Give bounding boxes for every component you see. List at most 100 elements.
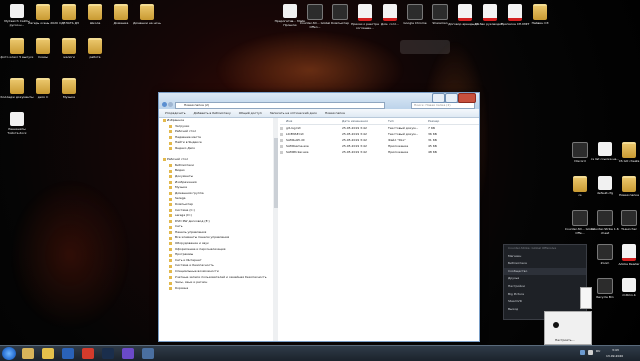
desktop-icon[interactable]: Пайвин СЭ	[523, 4, 557, 26]
steam-menu-item[interactable]: Магазин	[504, 253, 586, 261]
address-bar[interactable]: Новая папка (2)	[175, 102, 385, 109]
clock-time[interactable]: 3:43	[612, 348, 619, 352]
explorer-task[interactable]	[22, 348, 34, 359]
folder-icon	[169, 264, 172, 268]
nav-item-label: Изображения	[175, 179, 197, 184]
column-header-type[interactable]: Тип	[388, 118, 394, 124]
toolbar-button[interactable]: Упорядочить	[165, 111, 185, 115]
nav-item-label: Оформление и персонализация	[175, 246, 226, 251]
active-task[interactable]	[142, 348, 154, 359]
toolbar-button[interactable]: Записать на оптический диск	[270, 111, 317, 115]
nav-item-label: Загрузки	[175, 123, 190, 128]
desktop-icon-label: Музыка	[63, 96, 75, 99]
desktop-icon[interactable]: Раннанаты Тойота.docx	[0, 112, 34, 135]
toolbar-button[interactable]: Общий доступ	[239, 111, 262, 115]
nav-scrollbar[interactable]	[273, 118, 278, 341]
folder-icon	[622, 176, 636, 192]
desktop-icon-label: работа	[89, 56, 101, 59]
folder-icon	[169, 242, 172, 246]
network-icon[interactable]	[580, 350, 585, 355]
pdf-icon	[508, 4, 522, 21]
doc-icon	[598, 142, 612, 156]
toolbar-button[interactable]: Добавить в библиотеку	[193, 111, 230, 115]
desktop-icon[interactable]: работа	[78, 38, 112, 60]
folder-icon	[169, 287, 172, 291]
desktop-icon[interactable]: Adobe Reader	[612, 244, 640, 267]
taskbar: RU 3:43 13.09.2020	[0, 345, 640, 361]
nav-item-label: Учетные записи пользователей и семейная …	[175, 274, 267, 279]
steam-menu-item[interactable]: Big Picture	[504, 291, 586, 299]
steam-menu-item[interactable]: Друзья	[504, 275, 586, 283]
file-list[interactable]: Имя Дата изменения Тип Размер git-log.tx…	[280, 118, 479, 341]
desktop-icon[interactable]: Новая папка	[612, 176, 640, 198]
column-header-size[interactable]: Размер	[428, 118, 439, 124]
steam-menu-item[interactable]: Сообщество	[504, 267, 586, 276]
wallpaper-logo	[400, 40, 450, 54]
doc-icon	[10, 4, 24, 18]
steam-menu-item[interactable]: Настройки	[504, 283, 586, 291]
nav-item-label: Компьютер	[175, 201, 193, 206]
back-arrow-icon[interactable]	[162, 102, 167, 107]
exe-icon	[432, 4, 448, 20]
minimize-button[interactable]	[432, 93, 445, 103]
folder-icon	[169, 136, 172, 140]
doc-icon	[622, 278, 636, 292]
desktop-icon[interactable]: Домашки на ночь	[130, 4, 164, 26]
folder-icon	[169, 147, 172, 151]
file-date: 25.05.2019 3:42	[342, 150, 367, 154]
nav-item-label: Избранное	[167, 118, 185, 122]
navigation-pane[interactable]: Избранное Загрузки Рабочий стол Недавние ме…	[159, 118, 274, 341]
search-input[interactable]: Поиск: Новая папка (2)	[411, 102, 475, 109]
exe-icon	[307, 4, 323, 20]
desktop-icon[interactable]: TLauncher	[612, 210, 640, 232]
media-task[interactable]	[62, 348, 74, 359]
start-button[interactable]	[2, 347, 16, 360]
file-row[interactable]: SAMIPicker.exe 25.05.2019 3:42 Приложение 4…	[280, 149, 479, 155]
chrome-task[interactable]	[42, 348, 54, 359]
close-button[interactable]	[458, 93, 476, 103]
notification-popup: Настроить...	[544, 311, 592, 345]
folder-icon	[10, 38, 24, 54]
nav-item-label: Специальные возможности	[175, 269, 219, 274]
toolbar-button[interactable]: Новая папка	[325, 111, 345, 115]
column-header-date[interactable]: Дата изменения	[342, 118, 368, 124]
nav-item-label: DVD RW дисковод (E:)	[175, 218, 210, 223]
exe-icon	[407, 4, 423, 20]
nav-item[interactable]: Корзина	[159, 286, 273, 292]
folder-icon	[36, 78, 50, 94]
folder-icon	[169, 275, 172, 279]
folder-icon	[62, 38, 76, 54]
column-header-name[interactable]: Имя	[286, 118, 292, 124]
customize-button[interactable]: Настроить...	[555, 338, 575, 342]
nav-item-label: Сеть	[175, 224, 183, 229]
folder-icon	[169, 203, 172, 207]
maximize-button[interactable]	[445, 93, 458, 103]
volume-icon[interactable]	[588, 350, 593, 355]
steam-menu-item[interactable]: Библиотека	[504, 260, 586, 268]
desktop-icon-label: Новая папка	[619, 194, 639, 197]
folder-icon	[169, 259, 172, 263]
explorer-window[interactable]: Новая папка (2) Поиск: Новая папка (2) У…	[158, 92, 480, 342]
folder-icon	[169, 164, 172, 168]
desktop-icon[interactable]: CS GO cheats	[612, 142, 640, 164]
folder-icon	[573, 176, 587, 192]
steam-menu-item[interactable]: SteamVR	[504, 298, 586, 306]
desktop-icon-label: Раннанаты Тойота.docx	[7, 128, 27, 135]
desktop-icon[interactable]: m2b1n.b	[612, 278, 640, 298]
nav-item-label: Панель управления	[175, 229, 207, 234]
folder-icon	[169, 180, 172, 184]
language-indicator[interactable]: RU	[596, 349, 600, 353]
forward-arrow-icon[interactable]	[168, 102, 173, 107]
folder-icon	[169, 236, 172, 240]
folder-icon	[169, 247, 172, 251]
clock-date[interactable]: 13.09.2020	[606, 354, 623, 358]
nav-item-label: Музыка	[175, 185, 187, 190]
steam-task[interactable]	[102, 348, 114, 359]
yandex-task[interactable]	[82, 348, 94, 359]
folder-icon	[169, 197, 172, 201]
folder-icon	[169, 208, 172, 212]
discord-task[interactable]	[122, 348, 134, 359]
scrollbar-thumb[interactable]	[273, 138, 278, 208]
explorer-titlebar[interactable]: Новая папка (2) Поиск: Новая папка (2)	[159, 93, 479, 109]
desktop-icon[interactable]: Музыка	[52, 78, 86, 100]
